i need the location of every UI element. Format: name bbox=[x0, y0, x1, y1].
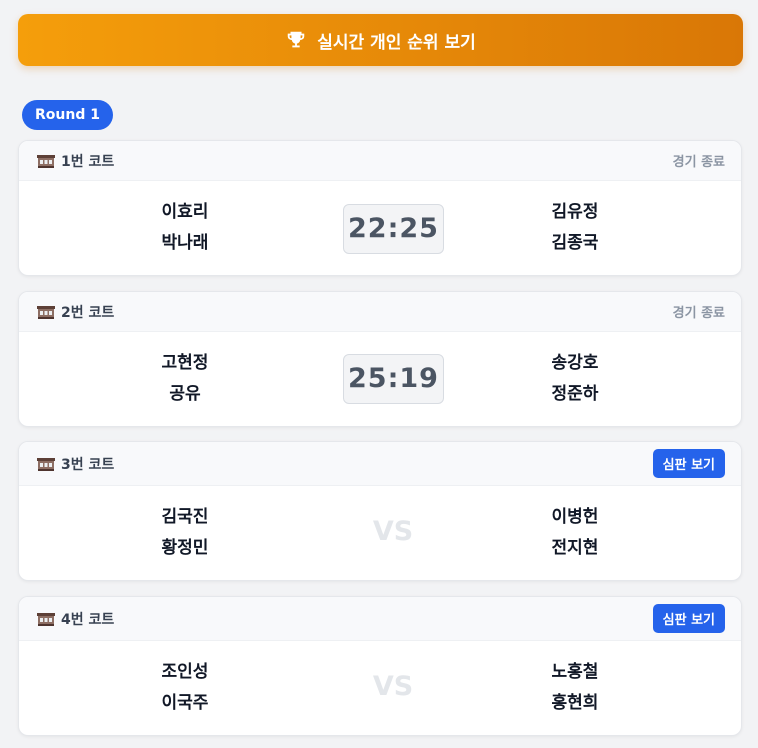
court-title: 1번 코트 bbox=[37, 151, 114, 171]
player-name: 이병헌 bbox=[551, 507, 599, 527]
view-referee-button[interactable]: 심판 보기 bbox=[652, 604, 725, 633]
player-name: 김유정 bbox=[551, 202, 599, 222]
team-b: 이병헌 전지현 bbox=[495, 502, 655, 564]
page: 실시간 개인 순위 보기 Round 1 1번 코트 경기 종료 이효리 박나래… bbox=[0, 0, 758, 748]
trophy-icon bbox=[287, 31, 305, 48]
player-name: 송강호 bbox=[551, 353, 599, 373]
court-title: 4번 코트 bbox=[37, 609, 114, 629]
court-label: 4번 코트 bbox=[61, 611, 115, 628]
player-name: 고현정 bbox=[161, 353, 209, 373]
score-display: 25:19 bbox=[343, 354, 444, 404]
team-a: 이효리 박나래 bbox=[105, 197, 265, 259]
live-ranking-label: 실시간 개인 순위 보기 bbox=[317, 32, 476, 53]
team-b: 노홍철 홍현희 bbox=[495, 657, 655, 719]
score-display: 22:25 bbox=[343, 204, 444, 254]
court-label: 3번 코트 bbox=[61, 456, 115, 473]
player-name: 김국진 bbox=[161, 507, 209, 527]
court-title: 3번 코트 bbox=[37, 454, 114, 474]
player-name: 박나래 bbox=[161, 233, 209, 253]
stadium-icon bbox=[37, 154, 55, 168]
player-name: 이효리 bbox=[161, 202, 209, 222]
view-referee-button[interactable]: 심판 보기 bbox=[652, 449, 725, 478]
court-label: 2번 코트 bbox=[61, 304, 115, 321]
player-name: 공유 bbox=[169, 384, 201, 404]
team-a: 김국진 황정민 bbox=[105, 502, 265, 564]
stadium-icon bbox=[37, 457, 55, 471]
player-name: 홍현희 bbox=[551, 693, 599, 713]
team-a: 고현정 공유 bbox=[105, 348, 265, 410]
match-card-3: 3번 코트 심판 보기 김국진 황정민 VS 이병헌 전지현 bbox=[18, 441, 742, 581]
card-header: 2번 코트 경기 종료 bbox=[19, 292, 741, 332]
team-b: 송강호 정준하 bbox=[495, 348, 655, 410]
team-a: 조인성 이국주 bbox=[105, 657, 265, 719]
round-badge: Round 1 bbox=[22, 100, 113, 130]
player-name: 김종국 bbox=[551, 233, 599, 253]
match-status: 경기 종료 bbox=[672, 155, 725, 170]
match-card-1: 1번 코트 경기 종료 이효리 박나래 22:25 김유정 김종국 bbox=[18, 140, 742, 276]
stadium-icon bbox=[37, 305, 55, 319]
stadium-icon bbox=[37, 612, 55, 626]
player-name: 황정민 bbox=[161, 538, 209, 558]
card-header: 4번 코트 심판 보기 bbox=[19, 597, 741, 641]
vs-label: VS bbox=[372, 671, 414, 702]
card-header: 3번 코트 심판 보기 bbox=[19, 442, 741, 486]
player-name: 정준하 bbox=[551, 384, 599, 404]
court-title: 2번 코트 bbox=[37, 302, 114, 322]
player-name: 조인성 bbox=[161, 662, 209, 682]
match-card-2: 2번 코트 경기 종료 고현정 공유 25:19 송강호 정준하 bbox=[18, 291, 742, 427]
vs-label: VS bbox=[372, 516, 414, 547]
player-name: 이국주 bbox=[161, 693, 209, 713]
live-ranking-button[interactable]: 실시간 개인 순위 보기 bbox=[18, 14, 743, 66]
player-name: 전지현 bbox=[551, 538, 599, 558]
match-card-4: 4번 코트 심판 보기 조인성 이국주 VS 노홍철 홍현희 bbox=[18, 596, 742, 736]
player-name: 노홍철 bbox=[551, 662, 599, 682]
team-b: 김유정 김종국 bbox=[495, 197, 655, 259]
card-header: 1번 코트 경기 종료 bbox=[19, 141, 741, 181]
court-label: 1번 코트 bbox=[61, 153, 115, 170]
match-status: 경기 종료 bbox=[672, 306, 725, 321]
